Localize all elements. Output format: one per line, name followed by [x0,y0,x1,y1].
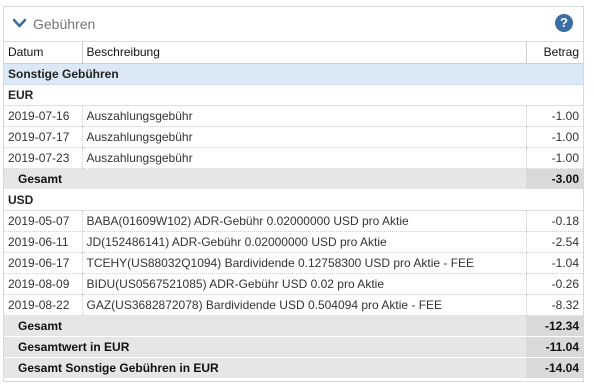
panel-header[interactable]: Gebühren ? [4,7,583,42]
total-row-eur: Gesamt -3.00 [4,168,583,190]
row-date: 2019-08-22 [4,294,82,316]
row-date: 2019-07-16 [4,105,82,127]
panel-title: Gebühren [33,16,96,32]
row-amount: -0.18 [525,210,583,232]
grand-total-label: Gesamt Sonstige Gebühren in EUR [4,357,526,379]
currency-label: EUR [4,84,583,106]
table-row: 2019-07-17 Auszahlungsgebühr -1.00 [4,126,583,148]
total-label: Gesamt [4,168,526,190]
row-description: Auszahlungsgebühr [81,126,526,148]
table-header-row: Datum Beschreibung Betrag [4,42,583,64]
table-row: 2019-06-11 JD(152486141) ADR-Gebühr 0.02… [4,231,583,253]
column-header-amount[interactable]: Betrag [525,42,583,64]
table-row: 2019-07-23 Auszahlungsgebühr -1.00 [4,147,583,169]
table-row: 2019-06-17 TCEHY(US88032Q1094) Bardivide… [4,252,583,274]
total-row-usd: Gesamt -12.34 [4,315,583,337]
converted-total-amount: -11.04 [526,336,583,358]
row-amount: -1.00 [525,126,583,148]
row-description: Auszahlungsgebühr [81,105,526,127]
table-row: 2019-08-09 BIDU(US0567521085) ADR-Gebühr… [4,273,583,295]
column-header-date[interactable]: Datum [4,42,82,64]
row-description: BABA(01609W102) ADR-Gebühr 0.02000000 US… [81,210,526,232]
currency-row-usd: USD [4,189,583,211]
row-date: 2019-07-23 [4,147,82,169]
row-date: 2019-08-09 [4,273,82,295]
row-amount: -0.26 [525,273,583,295]
row-description: JD(152486141) ADR-Gebühr 0.02000000 USD … [81,231,526,253]
row-description: Auszahlungsgebühr [81,147,526,169]
row-description: GAZ(US3682872078) Bardividende USD 0.504… [81,294,526,316]
help-icon[interactable]: ? [555,14,573,32]
row-date: 2019-06-11 [4,231,82,253]
currency-row-eur: EUR [4,84,583,106]
chevron-down-icon[interactable] [13,18,26,28]
table-row: 2019-05-07 BABA(01609W102) ADR-Gebühr 0.… [4,210,583,232]
row-date: 2019-07-17 [4,126,82,148]
fees-panel: Gebühren ? Datum Beschreibung Betrag Son… [3,6,584,382]
column-header-description[interactable]: Beschreibung [81,42,526,64]
converted-total-row: Gesamtwert in EUR -11.04 [4,336,583,358]
total-amount: -3.00 [526,168,583,190]
table-row: 2019-08-22 GAZ(US3682872078) Bardividend… [4,294,583,316]
total-amount: -12.34 [526,315,583,337]
section-row: Sonstige Gebühren [4,63,583,85]
section-title: Sonstige Gebühren [4,63,583,85]
total-label: Gesamt [4,315,526,337]
row-amount: -1.00 [525,105,583,127]
table-row: 2019-07-16 Auszahlungsgebühr -1.00 [4,105,583,127]
row-amount: -1.00 [525,147,583,169]
row-amount: -2.54 [525,231,583,253]
grand-total-amount: -14.04 [526,357,583,379]
row-amount: -8.32 [525,294,583,316]
row-description: TCEHY(US88032Q1094) Bardividende 0.12758… [81,252,526,274]
row-date: 2019-05-07 [4,210,82,232]
converted-total-label: Gesamtwert in EUR [4,336,526,358]
row-amount: -1.04 [525,252,583,274]
row-description: BIDU(US0567521085) ADR-Gebühr USD 0.02 p… [81,273,526,295]
currency-label: USD [4,189,583,211]
grand-total-row: Gesamt Sonstige Gebühren in EUR -14.04 [4,357,583,379]
fees-table: Datum Beschreibung Betrag Sonstige Gebüh… [4,42,583,379]
row-date: 2019-06-17 [4,252,82,274]
